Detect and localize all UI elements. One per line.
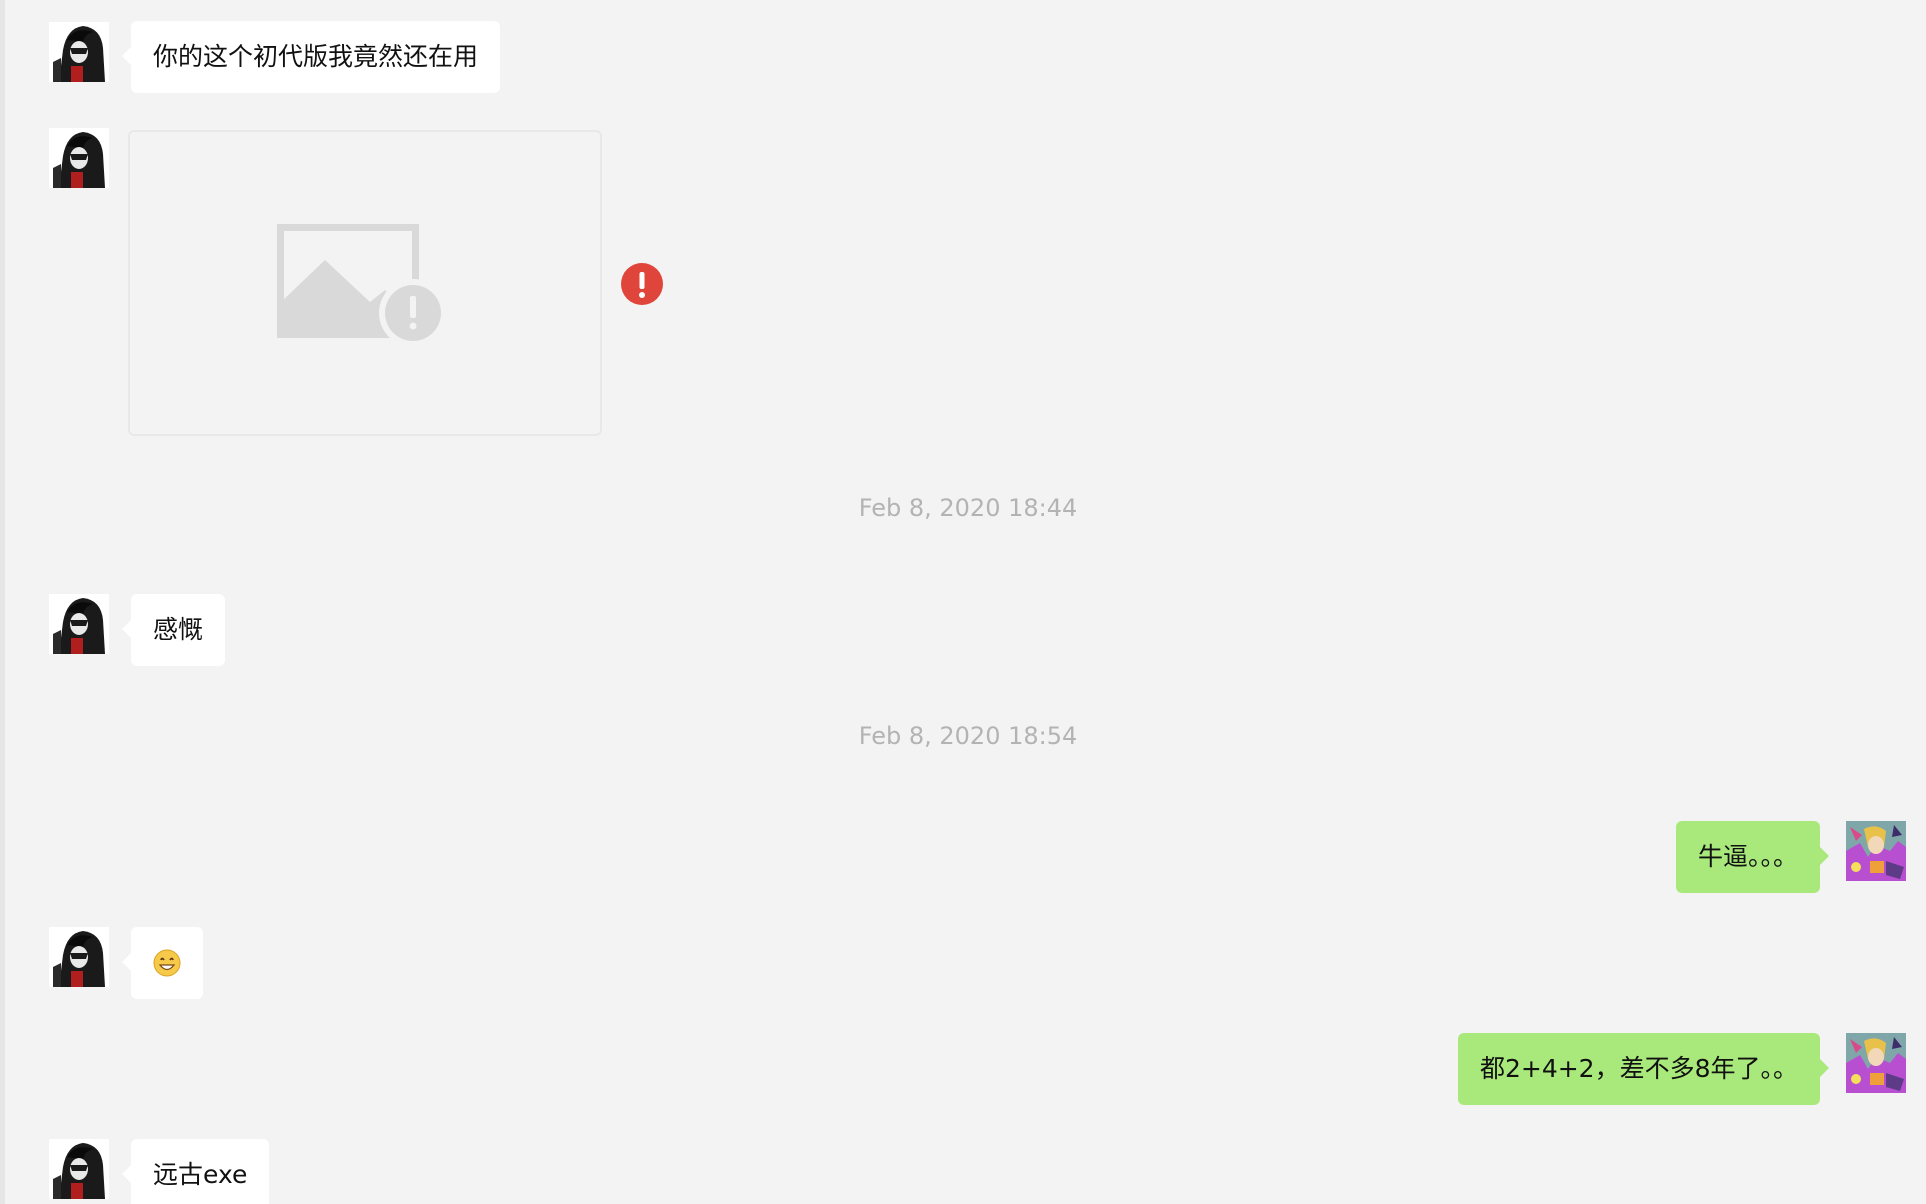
timestamp: Feb 8, 2020 18:44 [858, 494, 1078, 522]
colorful-anime-avatar-icon [1846, 1033, 1906, 1093]
dark-hooded-character-avatar-icon [49, 1139, 109, 1199]
message-text: 你的这个初代版我竟然还在用 [153, 42, 479, 71]
contact-avatar[interactable] [49, 1139, 109, 1199]
dark-hooded-character-avatar-icon [49, 128, 109, 188]
message-bubble-outgoing[interactable]: 都2+4+2，差不多8年了。。 [1457, 1033, 1830, 1105]
send-failed-icon[interactable] [621, 263, 663, 305]
message-text: 都2+4+2，差不多8年了。。 [1479, 1054, 1798, 1083]
contact-avatar[interactable] [49, 128, 109, 188]
timestamp: Feb 8, 2020 18:54 [858, 722, 1078, 750]
message-bubble-incoming[interactable] [122, 927, 203, 999]
contact-avatar[interactable] [49, 594, 109, 654]
self-avatar[interactable] [1846, 1033, 1906, 1093]
contact-avatar[interactable] [49, 22, 109, 82]
dark-hooded-character-avatar-icon [49, 22, 109, 82]
dark-hooded-character-avatar-icon [49, 927, 109, 987]
message-bubble-incoming[interactable]: 感慨 [121, 594, 226, 666]
message-bubble-outgoing[interactable]: 牛逼。。。 [1675, 821, 1830, 893]
message-text: 远古exe [153, 1160, 248, 1189]
message-bubble-incoming[interactable]: 你的这个初代版我竟然还在用 [121, 21, 501, 93]
contact-avatar[interactable] [49, 927, 109, 987]
grinning-face-emoji-icon [153, 949, 181, 977]
image-message-failed[interactable] [128, 130, 602, 436]
dark-hooded-character-avatar-icon [49, 594, 109, 654]
message-text: 牛逼。。。 [1697, 842, 1798, 871]
broken-image-icon [277, 224, 447, 347]
message-bubble-incoming[interactable]: 远古exe [121, 1139, 270, 1204]
self-avatar[interactable] [1846, 821, 1906, 881]
message-text: 感慨 [153, 615, 204, 644]
exclamation-error-icon [639, 272, 645, 298]
chat-message-list[interactable]: 你的这个初代版我竟然还在用 Feb 8, 2020 18:44 感慨 Feb 8… [0, 0, 1926, 1204]
colorful-anime-avatar-icon [1846, 821, 1906, 881]
